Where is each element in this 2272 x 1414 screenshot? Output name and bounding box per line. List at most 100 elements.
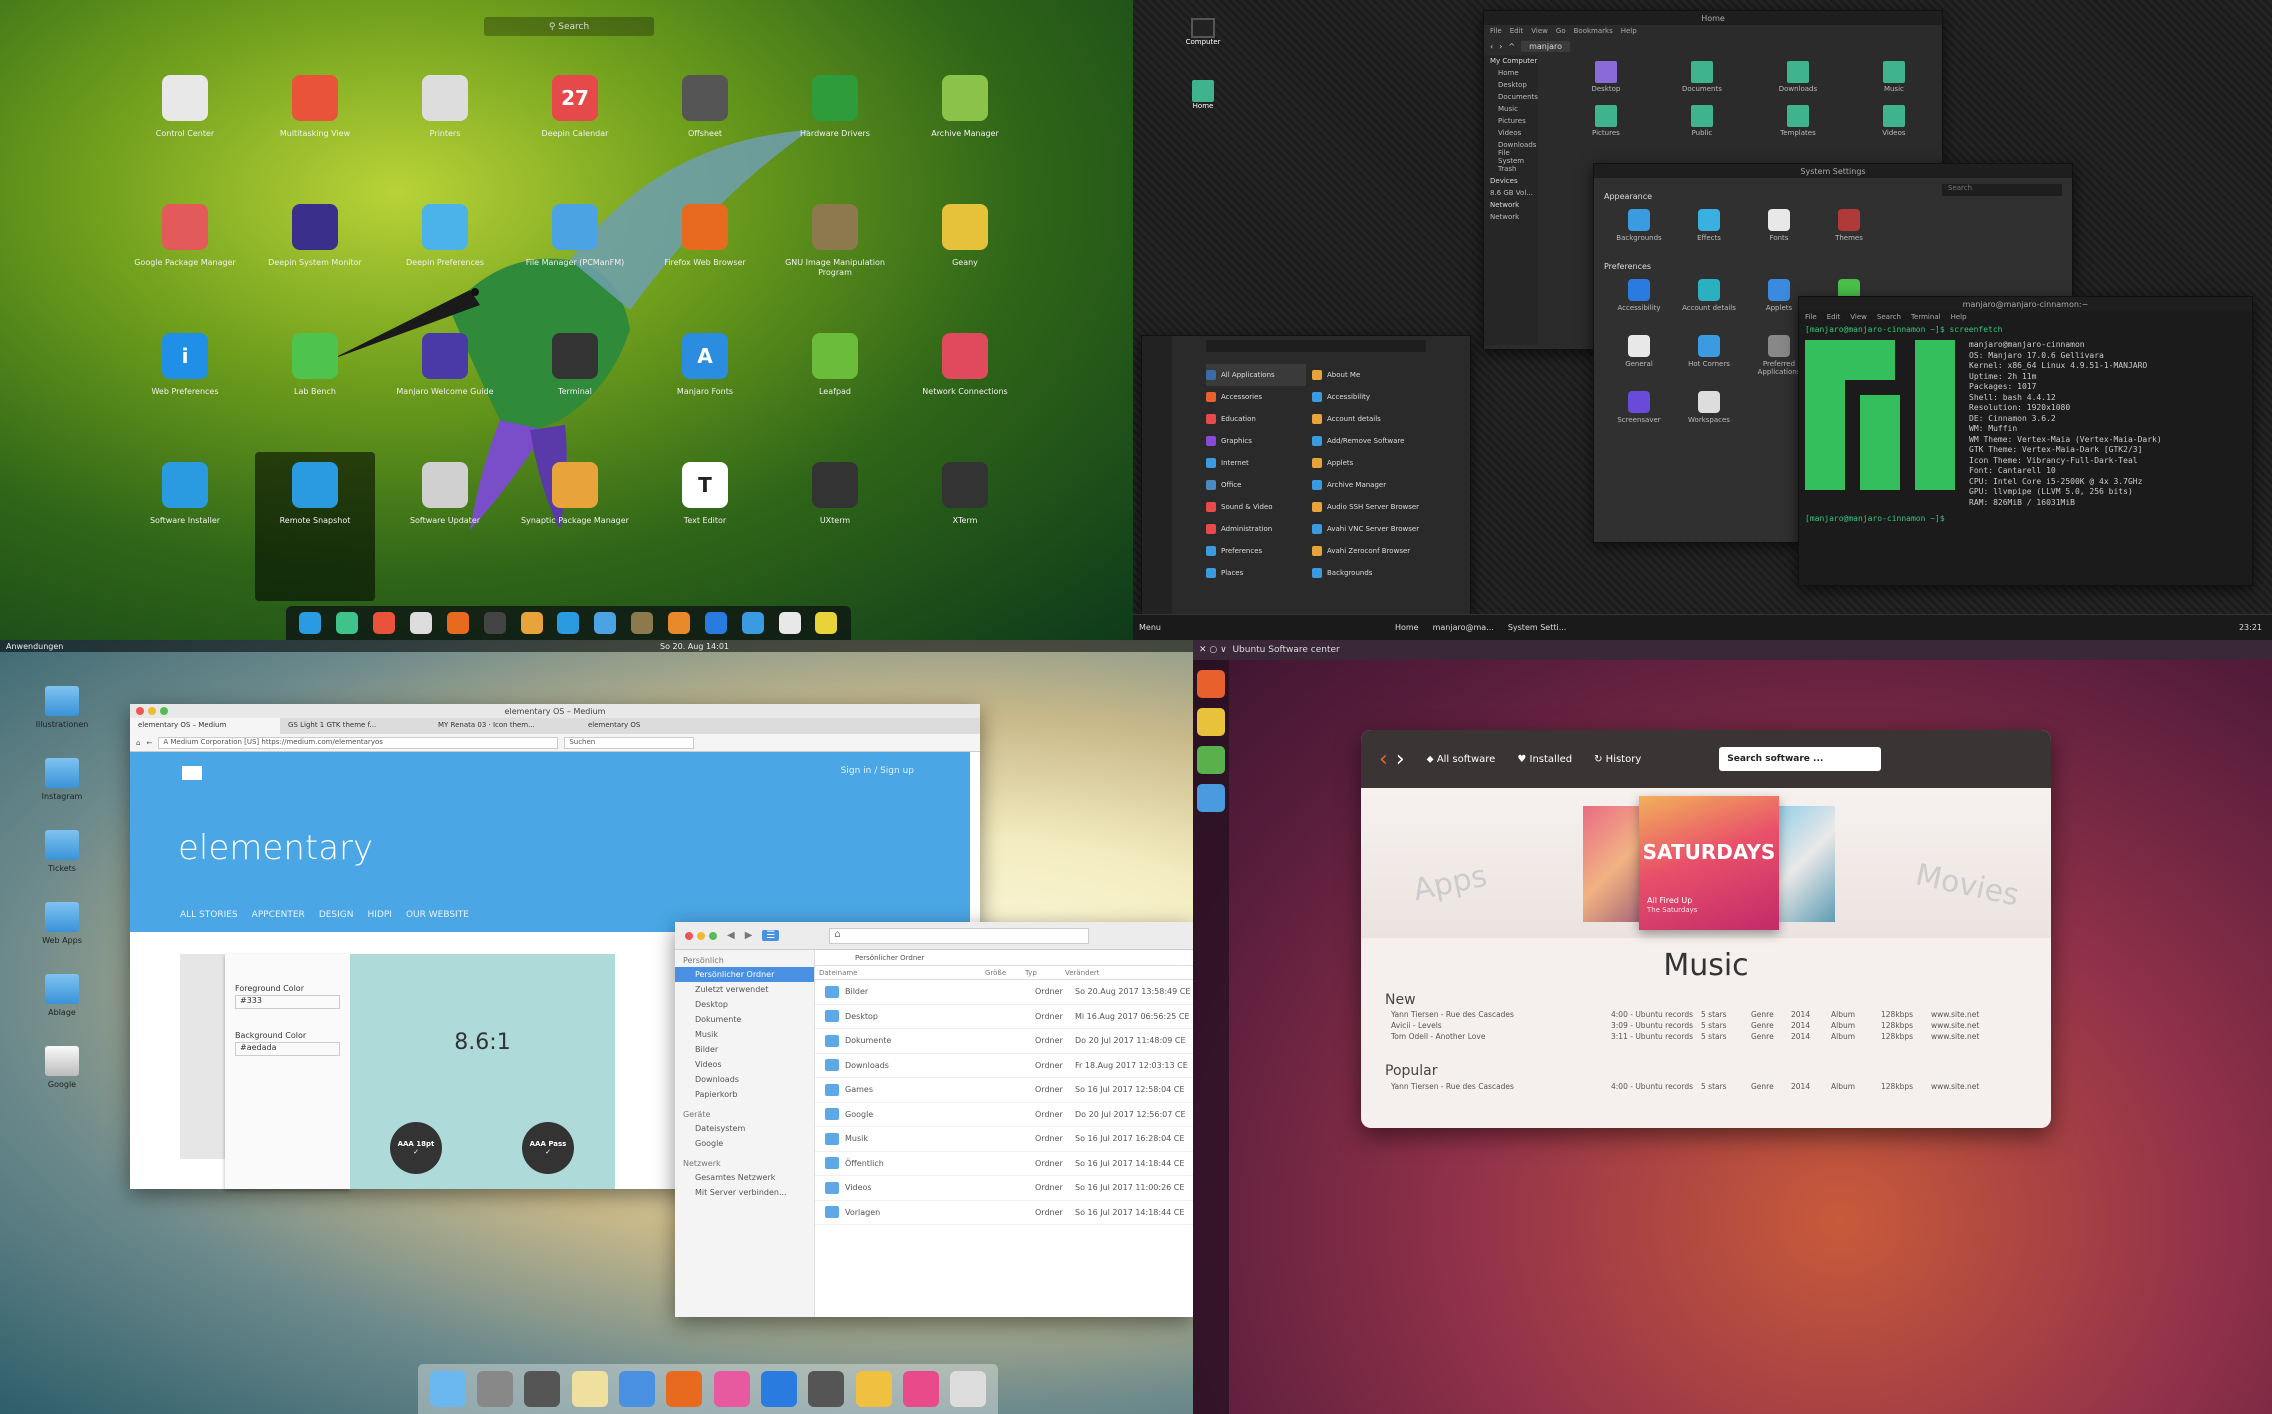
sidebar-item[interactable]: Home	[1484, 67, 1538, 79]
nav-link[interactable]: DESIGN	[319, 910, 354, 920]
dock-item-icon[interactable]	[704, 612, 727, 634]
sidebar-item[interactable]: Bilder	[675, 1042, 814, 1057]
weather-icon[interactable]	[1197, 784, 1225, 812]
settings-item[interactable]: Screensaver	[1604, 385, 1674, 441]
settings-item[interactable]: Backgrounds	[1604, 203, 1674, 242]
sidebar-item[interactable]: Pictures	[1484, 115, 1538, 127]
app-google-package-manager[interactable]: Google Package Manager	[120, 204, 250, 333]
track-row[interactable]: Tom Odell - Another Love 3:11 - Ubuntu re…	[1391, 1032, 2031, 1043]
folder-item[interactable]: Music	[1846, 61, 1942, 105]
app-synaptic-package-manager[interactable]: Synaptic Package Manager	[510, 462, 640, 591]
nav-all-software[interactable]: ⬥ All software	[1427, 754, 1496, 765]
ubuntu-icon[interactable]	[1197, 670, 1225, 698]
dock-item-icon[interactable]	[760, 1371, 797, 1407]
desktop-icon[interactable]: Google	[30, 1046, 94, 1089]
menu-category[interactable]: Places	[1206, 562, 1306, 584]
app-software-installer[interactable]: Software Installer	[120, 462, 250, 591]
back-icon[interactable]: ←	[146, 739, 152, 747]
sidebar-item[interactable]: Papierkorb	[675, 1087, 814, 1102]
forward-icon[interactable]: ▶	[745, 930, 753, 941]
app-firefox-web-browser[interactable]: Firefox Web Browser	[640, 204, 770, 333]
back-icon[interactable]: ‹	[1379, 747, 1388, 772]
settings-item[interactable]: Effects	[1674, 203, 1744, 242]
browser-tab[interactable]: MY Renata 03 · Icon them...	[430, 718, 580, 734]
path-button[interactable]: manjaro	[1521, 40, 1571, 52]
menu-search[interactable]	[1206, 340, 1426, 352]
background-input[interactable]: #aedada	[235, 1042, 340, 1056]
app-geany[interactable]: Geany	[900, 204, 1030, 333]
nav-history[interactable]: ↻ History	[1594, 754, 1641, 765]
sidebar-item[interactable]: Music	[1484, 103, 1538, 115]
album-cover-featured[interactable]: SATURDAYS All Fired Up The Saturdays	[1639, 796, 1779, 930]
sidebar-item-device[interactable]: 8.6 GB Vol...	[1484, 187, 1538, 199]
menu-bookmarks[interactable]: Bookmarks	[1574, 27, 1613, 35]
folder-item[interactable]: Desktop	[1558, 61, 1654, 105]
table-row[interactable]: Desktop Ordner Mi 16.Aug 2017 06:56:25 CE	[815, 1005, 1193, 1029]
table-row[interactable]: Downloads Ordner Fr 18.Aug 2017 12:03:13 C…	[815, 1054, 1193, 1078]
minimize-icon[interactable]	[148, 707, 156, 715]
dock-item-icon[interactable]	[713, 1371, 750, 1407]
maximize-icon[interactable]	[160, 707, 168, 715]
dock-item-icon[interactable]	[815, 612, 838, 634]
dock-item-icon[interactable]	[666, 1371, 703, 1407]
settings-item[interactable]: Account details	[1674, 273, 1744, 329]
table-row[interactable]: Dokumente Ordner Do 20 Jul 2017 11:48:09 C…	[815, 1029, 1193, 1054]
sidebar-item[interactable]: Videos	[1484, 127, 1538, 139]
table-row[interactable]: Vorlagen Ordner So 16 Jul 2017 14:18:44 CE	[815, 1201, 1193, 1225]
maps-icon[interactable]	[1197, 746, 1225, 774]
dock-item-icon[interactable]	[668, 612, 691, 634]
menu-category[interactable]: Graphics	[1206, 430, 1306, 452]
app-multitasking-view[interactable]: Multitasking View	[250, 75, 380, 204]
settings-search[interactable]: Search	[1942, 184, 2062, 196]
sidebar-item[interactable]: Downloads	[675, 1072, 814, 1087]
menu-app[interactable]: Add/Remove Software	[1312, 430, 1462, 452]
browser-tab[interactable]: elementary OS	[580, 718, 730, 734]
task-home[interactable]: Home	[1395, 623, 1419, 632]
app-control-center[interactable]: Control Center	[120, 75, 250, 204]
list-view-button[interactable]: ☰	[762, 930, 780, 941]
nav-link[interactable]: OUR WEBSITE	[406, 910, 469, 920]
url-bar[interactable]: A Medium Corporation [US] https://medium…	[158, 736, 559, 749]
desktop-icon-computer[interactable]: Computer	[1183, 18, 1223, 46]
track-row[interactable]: Yann Tiersen - Rue des Cascades 4:00 - Ub…	[1391, 1082, 2031, 1093]
sidebar-item-filesystem[interactable]: Dateisystem	[675, 1121, 814, 1136]
sidebar-item[interactable]: Musik	[675, 1027, 814, 1042]
dock-item-icon[interactable]	[446, 612, 469, 634]
app-hardware-drivers[interactable]: Hardware Drivers	[770, 75, 900, 204]
app-web-preferences[interactable]: i Web Preferences	[120, 333, 250, 462]
folder-item[interactable]: Videos	[1846, 105, 1942, 149]
menu-category[interactable]: Accessories	[1206, 386, 1306, 408]
sidebar-item[interactable]: Videos	[675, 1057, 814, 1072]
dock-item-icon[interactable]	[855, 1371, 892, 1407]
track-row[interactable]: Yann Tiersen - Rue des Cascades 4:00 - Ub…	[1391, 1010, 2031, 1021]
dock-item-icon[interactable]	[524, 1371, 561, 1407]
desktop-icon[interactable]: Instagram	[30, 758, 94, 801]
dock-item-icon[interactable]	[476, 1371, 513, 1407]
task-settings[interactable]: System Setti...	[1508, 623, 1567, 632]
sidebar-item[interactable]: Documents	[1484, 91, 1538, 103]
folder-item[interactable]: Documents	[1654, 61, 1750, 105]
browser-tab[interactable]: elementary OS – Medium	[130, 718, 280, 734]
desktop-icon[interactable]: Tickets	[30, 830, 94, 873]
menu-app[interactable]: Backgrounds	[1312, 562, 1462, 584]
home-icon[interactable]: ⌂	[136, 739, 140, 747]
settings-item[interactable]: General	[1604, 329, 1674, 385]
dock-item-icon[interactable]	[299, 612, 322, 634]
app-leafpad[interactable]: Leafpad	[770, 333, 900, 462]
menu-app[interactable]: About Me	[1312, 364, 1462, 386]
back-icon[interactable]: ‹	[1490, 42, 1493, 51]
menu-file[interactable]: File	[1490, 27, 1502, 35]
menu-category[interactable]: Internet	[1206, 452, 1306, 474]
track-row[interactable]: Avicii - Levels 3:09 - Ubuntu records 5 st…	[1391, 1021, 2031, 1032]
sidebar-item-network[interactable]: Network	[1484, 211, 1538, 223]
menu-category[interactable]: All Applications	[1206, 364, 1306, 386]
menu-app[interactable]: Avahi VNC Server Browser	[1312, 518, 1462, 540]
dock-item-icon[interactable]	[594, 612, 617, 634]
folder-item[interactable]: Pictures	[1558, 105, 1654, 149]
menu-edit[interactable]: Edit	[1510, 27, 1524, 35]
app-printers[interactable]: Printers	[380, 75, 510, 204]
menu-view[interactable]: View	[1531, 27, 1548, 35]
desktop-icon[interactable]: Ablage	[30, 974, 94, 1017]
app-terminal[interactable]: Terminal	[510, 333, 640, 462]
sidebar-item-network[interactable]: Gesamtes Netzwerk	[675, 1170, 814, 1185]
